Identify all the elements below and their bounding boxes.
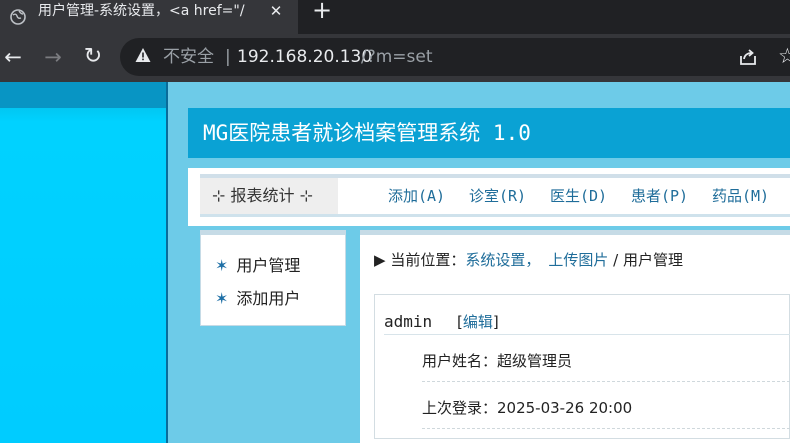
row-divider — [422, 381, 790, 382]
url-host[interactable]: 192.168.20.130 — [237, 45, 372, 69]
security-label[interactable]: 不安全 — [163, 45, 214, 69]
forward-arrow-icon[interactable]: → — [40, 34, 66, 82]
sidebar-item-label[interactable]: 添加用户 — [236, 289, 300, 308]
bookmark-star-icon[interactable]: ☆ — [778, 46, 790, 67]
nav-link-patient[interactable]: 患者(P) — [631, 178, 688, 214]
bracket-close: ] — [492, 313, 499, 331]
new-tab-button[interactable]: + — [310, 0, 334, 22]
back-arrow-icon[interactable]: ← — [0, 34, 26, 82]
star-icon: ✶ — [215, 256, 229, 275]
breadcrumb: ▶ 当前位置：系统设置， 上传图片 / 用户管理 — [374, 249, 683, 271]
url-path[interactable]: /?m=set — [361, 45, 433, 69]
user-name: admin — [384, 312, 433, 331]
nav-link-add[interactable]: 添加(A) — [388, 178, 445, 214]
globe-icon — [10, 9, 26, 25]
warning-icon[interactable] — [135, 47, 151, 63]
address-bar[interactable] — [120, 38, 790, 76]
share-icon[interactable] — [738, 47, 758, 67]
realname-row: 用户姓名：超级管理员 — [422, 352, 573, 370]
reload-icon[interactable]: ↻ — [80, 34, 106, 82]
edit-link: [编辑] — [457, 310, 499, 334]
sidebar-item-user-management[interactable]: ✶ 用户管理 — [215, 252, 300, 276]
star-icon: ✶ — [215, 289, 229, 308]
sidebar-item-add-user[interactable]: ✶ 添加用户 — [215, 285, 300, 309]
panel-divider — [384, 334, 790, 335]
sidebar-item-label[interactable]: 用户管理 — [236, 256, 300, 275]
close-tab-icon[interactable]: ✕ — [266, 1, 286, 23]
breadcrumb-label: 当前位置： — [390, 251, 466, 269]
left-panel-top — [0, 82, 166, 108]
nav-divider — [200, 214, 790, 217]
left-panel — [0, 82, 166, 443]
breadcrumb-link-settings[interactable]: 系统设置， — [465, 251, 540, 269]
nav-report-label[interactable]: ⊹ 报表统计 ⊹ — [212, 178, 313, 214]
breadcrumb-link-upload[interactable]: 上传图片 — [548, 251, 608, 269]
breadcrumb-current: 用户管理 — [622, 251, 683, 269]
breadcrumb-separator: / — [608, 251, 623, 269]
nav-link-doctor[interactable]: 医生(D) — [550, 178, 607, 214]
sidebar — [200, 230, 346, 326]
nav-link-room[interactable]: 诊室(R) — [469, 178, 526, 214]
site-title: MG医院患者就诊档案管理系统 1.0 — [203, 121, 531, 145]
lastlogin-row: 上次登录：2025-03-26 20:00 — [422, 399, 633, 417]
tab-title: 用户管理-系统设置，<a href="/ — [38, 3, 245, 19]
nav-link-medicine[interactable]: 药品(M) — [712, 178, 769, 214]
address-divider: | — [225, 47, 231, 67]
edit-button[interactable]: 编辑 — [463, 313, 493, 331]
play-arrow-icon: ▶ — [374, 251, 386, 269]
row-divider — [422, 428, 790, 429]
